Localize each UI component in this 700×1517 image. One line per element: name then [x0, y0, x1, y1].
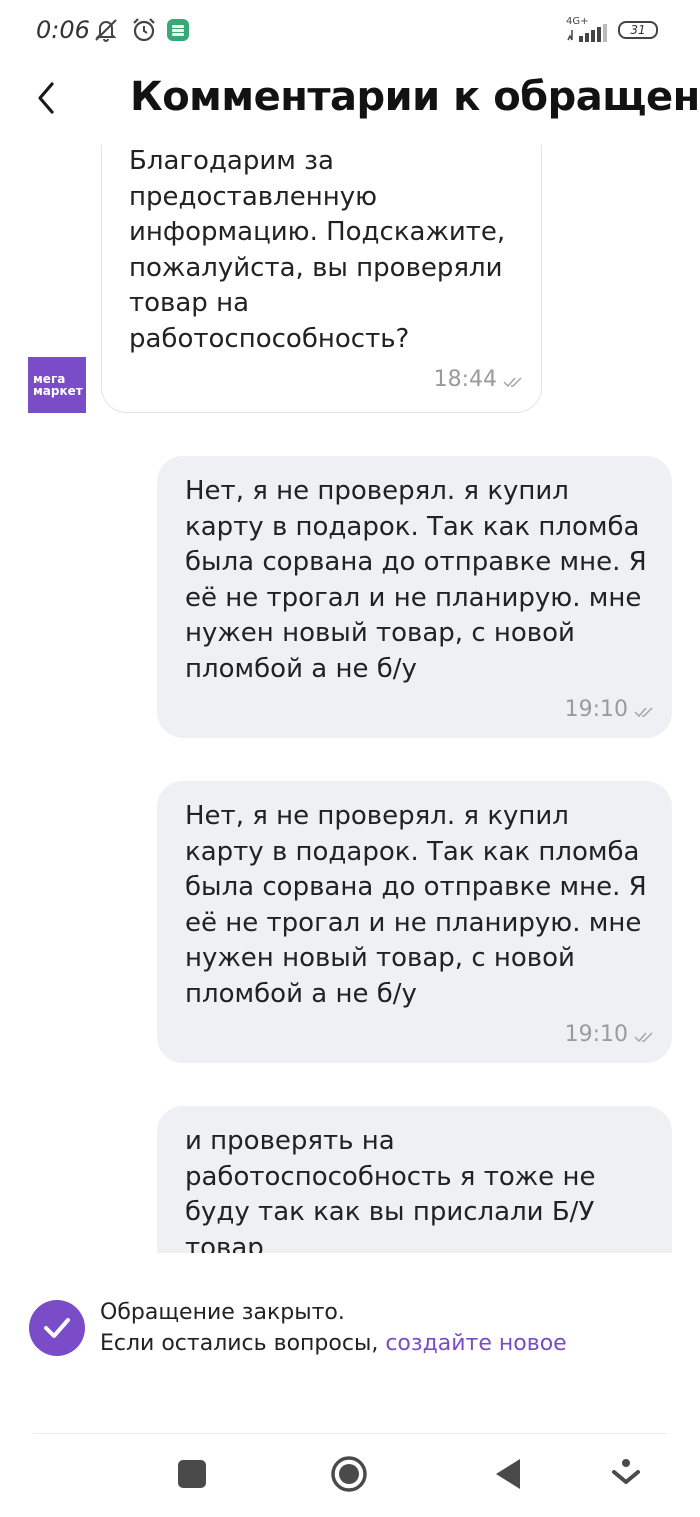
message-text: и проверять на работоспособность я тоже … [185, 1126, 596, 1253]
user-message: и проверять на работоспособность я тоже … [157, 1106, 672, 1253]
user-message: Нет, я не проверял. я купил карту в пода… [157, 456, 672, 738]
recent-apps-button[interactable] [172, 1454, 212, 1494]
back-button[interactable] [28, 76, 68, 120]
support-message: Благодарим за предоставленную информацию… [101, 145, 542, 413]
ticket-closed-notice: Обращение закрыто. Если остались вопросы… [0, 1253, 700, 1433]
message-text: Благодарим за предоставленную информацию… [129, 146, 506, 354]
message-time: 19:10 [564, 697, 628, 722]
message-text: Нет, я не проверял. я купил карту в пода… [185, 476, 647, 684]
system-nav-bar [0, 1440, 700, 1517]
app-header: Комментарии к обращен... [0, 60, 700, 140]
chat-thread[interactable]: Благодарим за предоставленную информацию… [0, 145, 700, 1253]
gesture-icon [612, 1459, 640, 1484]
battery-icon: 31 [618, 21, 658, 39]
message-text: Нет, я не проверял. я купил карту в пода… [185, 801, 647, 1009]
message-time: 18:44 [433, 367, 497, 392]
gesture-button[interactable] [606, 1454, 646, 1494]
back-triangle-icon [496, 1459, 520, 1489]
status-time: 0:06 [36, 16, 90, 44]
support-avatar: мега маркет [28, 357, 86, 413]
divider [33, 1433, 667, 1434]
message-time: 19:10 [564, 1022, 628, 1047]
home-icon [331, 1456, 367, 1492]
chevron-left-icon [38, 82, 54, 114]
home-button[interactable] [329, 1454, 369, 1494]
system-back-button[interactable] [488, 1454, 528, 1494]
avatar-brand-line2: маркет [33, 384, 83, 398]
battery-level: 31 [630, 23, 646, 37]
mute-icon [95, 19, 117, 42]
signal-icon [567, 24, 607, 42]
status-bar: 0:06 4G+ 31 [0, 0, 700, 60]
read-checkmarks-icon [634, 707, 653, 718]
recent-apps-icon [178, 1460, 206, 1488]
notice-prefix: Если остались вопросы, [100, 1331, 386, 1356]
alarm-icon [133, 18, 155, 42]
notice-title: Обращение закрыто. [100, 1300, 345, 1325]
screen: 0:06 4G+ 31 Комментарии к обращен... Бла… [0, 0, 700, 1517]
check-circle-icon [29, 1300, 85, 1356]
user-message: Нет, я не проверял. я купил карту в пода… [157, 781, 672, 1063]
notice-text: Если остались вопросы, создайте новое [100, 1331, 567, 1356]
app-notification-icon [167, 19, 189, 41]
page-title: Комментарии к обращен... [130, 74, 700, 120]
read-checkmarks-icon [503, 377, 522, 388]
read-checkmarks-icon [634, 1032, 653, 1043]
create-new-link[interactable]: создайте новое [385, 1331, 566, 1356]
